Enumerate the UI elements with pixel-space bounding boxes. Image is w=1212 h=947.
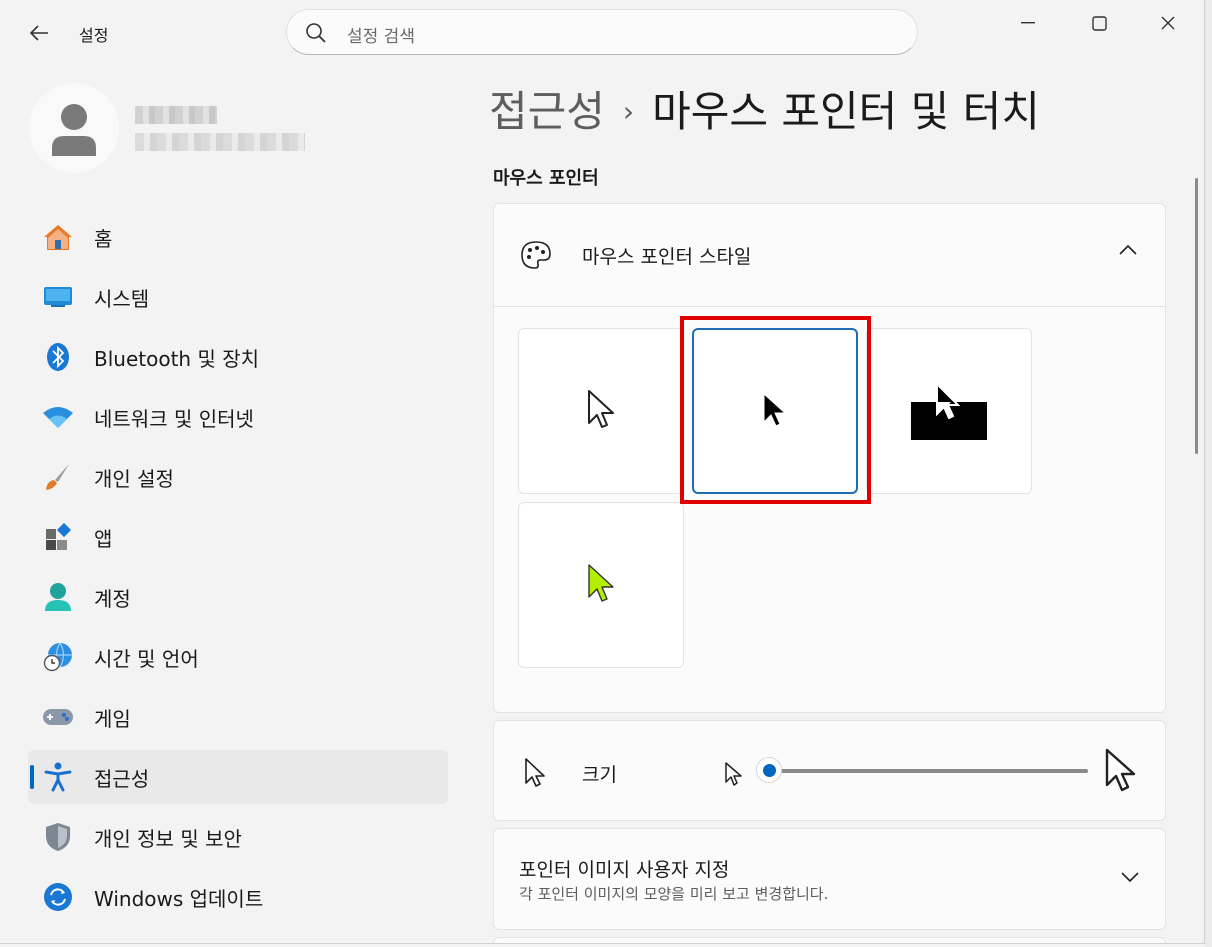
chevron-up-icon bbox=[1119, 244, 1137, 255]
user-icon bbox=[52, 104, 96, 156]
search-input[interactable]: 설정 검색 bbox=[347, 22, 415, 47]
pointer-size-card: 크기 bbox=[493, 720, 1166, 821]
sidebar-item-time-language[interactable]: 시간 및 언어 bbox=[28, 630, 448, 684]
page-title: 마우스 포인터 및 터치 bbox=[652, 87, 1040, 136]
settings-window: 설정 설정 검색 홈 시스템 Bluetooth 및 장치 네트워크 및 인터넷… bbox=[0, 0, 1205, 944]
search-icon bbox=[306, 23, 326, 43]
wifi-icon bbox=[42, 403, 74, 431]
bluetooth-icon bbox=[42, 343, 74, 371]
home-icon bbox=[42, 223, 74, 251]
small-pointer-icon bbox=[725, 762, 742, 786]
active-indicator bbox=[30, 765, 34, 789]
sidebar-item-apps[interactable]: 앱 bbox=[28, 510, 448, 564]
user-name-redacted bbox=[135, 106, 217, 124]
close-button[interactable] bbox=[1146, 8, 1190, 38]
back-arrow-icon bbox=[29, 25, 48, 41]
sidebar-item-system[interactable]: 시스템 bbox=[28, 270, 448, 324]
size-label: 크기 bbox=[582, 764, 617, 786]
breadcrumb: 접근성 › 마우스 포인터 및 터치 bbox=[489, 78, 1040, 139]
avatar[interactable] bbox=[29, 83, 119, 173]
sidebar-item-home[interactable]: 홈 bbox=[28, 210, 448, 264]
custom-pointer-description: 각 포인터 이미지의 모양을 미리 보고 변경합니다. bbox=[519, 885, 829, 903]
back-button[interactable] bbox=[24, 18, 54, 48]
sidebar-item-privacy[interactable]: 개인 정보 및 보안 bbox=[28, 810, 448, 864]
apps-icon bbox=[42, 523, 74, 551]
large-pointer-icon bbox=[1105, 748, 1136, 792]
sidebar-item-accessibility[interactable]: 접근성 bbox=[28, 750, 448, 804]
shield-icon bbox=[42, 823, 74, 851]
breadcrumb-separator: › bbox=[622, 95, 635, 128]
search-box[interactable]: 설정 검색 bbox=[286, 9, 918, 55]
background-window-edge bbox=[1205, 0, 1212, 947]
pointer-style-title: 마우스 포인터 스타일 bbox=[582, 246, 752, 268]
close-icon bbox=[1161, 16, 1175, 30]
next-card bbox=[493, 937, 1166, 943]
chevron-down-icon bbox=[1121, 872, 1139, 883]
minimize-button[interactable] bbox=[1006, 8, 1050, 38]
user-email-redacted bbox=[135, 133, 305, 151]
slider-dot bbox=[762, 763, 776, 777]
sidebar-item-accounts[interactable]: 계정 bbox=[28, 570, 448, 624]
update-icon bbox=[42, 883, 74, 911]
custom-pointer-card[interactable]: 포인터 이미지 사용자 지정 각 포인터 이미지의 모양을 미리 보고 변경합니… bbox=[493, 828, 1166, 930]
palette-icon bbox=[521, 241, 551, 269]
brush-icon bbox=[42, 463, 74, 491]
system-icon bbox=[42, 283, 74, 311]
size-slider-track[interactable] bbox=[768, 769, 1088, 773]
selection-highlight bbox=[680, 316, 871, 504]
sidebar-item-windows-update[interactable]: Windows 업데이트 bbox=[28, 870, 448, 924]
sidebar-item-bluetooth[interactable]: Bluetooth 및 장치 bbox=[28, 330, 448, 384]
sidebar-item-gaming[interactable]: 게임 bbox=[28, 690, 448, 744]
maximize-icon bbox=[1091, 15, 1107, 31]
pointer-icon bbox=[525, 758, 545, 787]
app-title: 설정 bbox=[79, 26, 109, 45]
pointer-style-header[interactable]: 마우스 포인터 스타일 bbox=[494, 204, 1165, 307]
sidebar-nav: 홈 시스템 Bluetooth 및 장치 네트워크 및 인터넷 개인 설정 앱 … bbox=[28, 210, 448, 930]
sidebar-item-personalization[interactable]: 개인 설정 bbox=[28, 450, 448, 504]
sidebar-item-network[interactable]: 네트워크 및 인터넷 bbox=[28, 390, 448, 444]
breadcrumb-parent[interactable]: 접근성 bbox=[489, 87, 605, 136]
white-pointer-icon bbox=[588, 390, 614, 428]
size-slider-thumb[interactable] bbox=[756, 757, 782, 783]
section-title: 마우스 포인터 bbox=[493, 168, 599, 189]
gamepad-icon bbox=[42, 703, 74, 731]
inverted-pointer-icon bbox=[911, 382, 987, 440]
account-icon bbox=[42, 583, 74, 611]
lime-pointer-icon bbox=[588, 564, 614, 602]
scrollbar[interactable] bbox=[1195, 178, 1198, 454]
pointer-style-white[interactable] bbox=[518, 328, 684, 494]
custom-pointer-title: 포인터 이미지 사용자 지정 bbox=[519, 859, 730, 881]
globe-clock-icon bbox=[42, 642, 74, 672]
maximize-button[interactable] bbox=[1077, 8, 1121, 38]
pointer-style-custom[interactable] bbox=[518, 502, 684, 668]
accessibility-icon bbox=[42, 762, 74, 792]
pointer-style-inverted[interactable] bbox=[866, 328, 1032, 494]
minimize-icon bbox=[1021, 22, 1035, 24]
